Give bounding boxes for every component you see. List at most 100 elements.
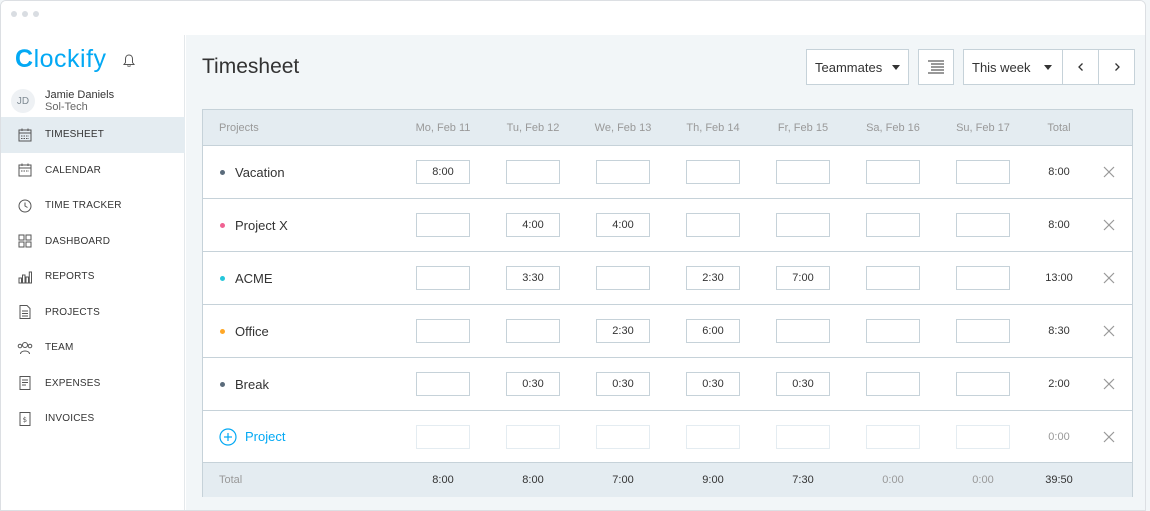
time-input[interactable] [416,372,470,396]
calendar-icon [18,163,32,177]
toolbar: Teammates This week [806,49,1135,85]
sidebar-item-timesheet[interactable]: TIMESHEET [1,117,185,153]
teammates-dropdown[interactable]: Teammates [806,49,909,85]
time-input[interactable]: 6:00 [686,319,740,343]
date-range-dropdown[interactable]: This week [963,49,1063,85]
day-cell [943,410,1023,463]
day-cell [853,199,933,251]
user-profile[interactable]: JD Jamie Daniels Sol-Tech [11,89,114,113]
sidebar-item-dashboard[interactable]: DASHBOARD [1,224,185,260]
user-org: Sol-Tech [45,101,88,113]
time-input[interactable]: 0:30 [776,372,830,396]
chevron-right-icon [1114,63,1120,71]
sidebar-item-projects[interactable]: PROJECTS [1,295,185,331]
list-view-button[interactable] [918,49,954,85]
time-input[interactable] [776,213,830,237]
day-cell: 8:00 [403,146,483,198]
sidebar-item-label: EXPENSES [45,377,101,389]
time-input[interactable] [956,372,1010,396]
sidebar-item-label: TIMESHEET [45,129,105,141]
time-input[interactable] [866,372,920,396]
sidebar-item-calendar[interactable]: CALENDAR [1,153,185,189]
time-input[interactable] [776,319,830,343]
time-input[interactable]: 0:30 [686,372,740,396]
page-title: Timesheet [202,55,300,78]
time-input-disabled [416,424,470,449]
day-cell [943,199,1023,251]
timesheet-icon [18,128,32,142]
logo-text: lockify [33,45,107,73]
day-cell: 0:30 [583,358,663,410]
window-dot-3[interactable] [33,11,39,17]
time-input[interactable]: 2:30 [686,266,740,290]
day-cell: 7:00 [763,252,843,304]
list-icon [928,60,944,74]
time-input[interactable] [956,213,1010,237]
time-input[interactable] [686,160,740,184]
sidebar-item-expenses[interactable]: EXPENSES [1,366,185,402]
expenses-icon [19,376,31,391]
previous-week-button[interactable] [1063,49,1099,85]
close-icon[interactable] [1102,430,1116,444]
time-input[interactable] [776,160,830,184]
time-input[interactable] [866,319,920,343]
sidebar-item-team[interactable]: TEAM [1,330,185,366]
day-cell [583,410,663,463]
sidebar-item-reports[interactable]: REPORTS [1,259,185,295]
day-total: 8:00 [522,474,544,486]
time-input[interactable] [506,160,560,184]
day-cell [853,252,933,304]
close-icon[interactable] [1102,377,1116,391]
day-total: 7:30 [792,474,814,486]
time-input[interactable]: 0:30 [506,372,560,396]
time-input[interactable] [956,266,1010,290]
time-input[interactable] [506,319,560,343]
time-input[interactable] [596,160,650,184]
time-input[interactable] [596,266,650,290]
time-input[interactable] [416,213,470,237]
projects-icon [19,305,31,320]
close-icon[interactable] [1102,271,1116,285]
next-week-button[interactable] [1099,49,1135,85]
bell-icon[interactable] [121,53,137,69]
window-dot-1[interactable] [11,11,17,17]
sidebar-item-time-tracker[interactable]: TIME TRACKER [1,188,185,224]
day-cell [583,252,663,304]
day-cell [673,199,753,251]
time-input[interactable] [956,160,1010,184]
close-icon[interactable] [1102,165,1116,179]
add-project-label: Project [245,429,286,444]
window-dot-2[interactable] [22,11,28,17]
time-input[interactable] [416,266,470,290]
time-input[interactable]: 2:30 [596,319,650,343]
day-cell: 0:30 [493,358,573,410]
add-project-button[interactable]: Project [219,410,285,463]
close-icon[interactable] [1102,218,1116,232]
project-color-dot [220,381,225,387]
time-input[interactable] [416,319,470,343]
clockify-logo[interactable]: Clockify [15,45,107,74]
time-input[interactable] [866,266,920,290]
row-total: 8:30 [1048,325,1070,337]
sidebar-item-label: TEAM [45,342,74,354]
time-input[interactable]: 8:00 [416,160,470,184]
time-input[interactable] [866,160,920,184]
dashboard-icon [18,234,32,248]
day-total: 0:00 [882,474,904,486]
time-input[interactable]: 4:00 [596,213,650,237]
sidebar-item-invoices[interactable]: $ INVOICES [1,401,185,437]
time-input[interactable] [866,213,920,237]
user-name: Jamie Daniels [45,89,115,101]
time-input[interactable]: 4:00 [506,213,560,237]
time-input[interactable]: 7:00 [776,266,830,290]
sidebar-item-label: TIME TRACKER [45,200,122,212]
day-cell: 0:30 [763,358,843,410]
svg-text:$: $ [23,416,28,424]
close-icon[interactable] [1102,324,1116,338]
reports-icon [18,271,33,284]
time-input[interactable]: 3:30 [506,266,560,290]
time-input[interactable] [956,319,1010,343]
time-input[interactable] [686,213,740,237]
project-name: Office [219,305,269,357]
time-input[interactable]: 0:30 [596,372,650,396]
